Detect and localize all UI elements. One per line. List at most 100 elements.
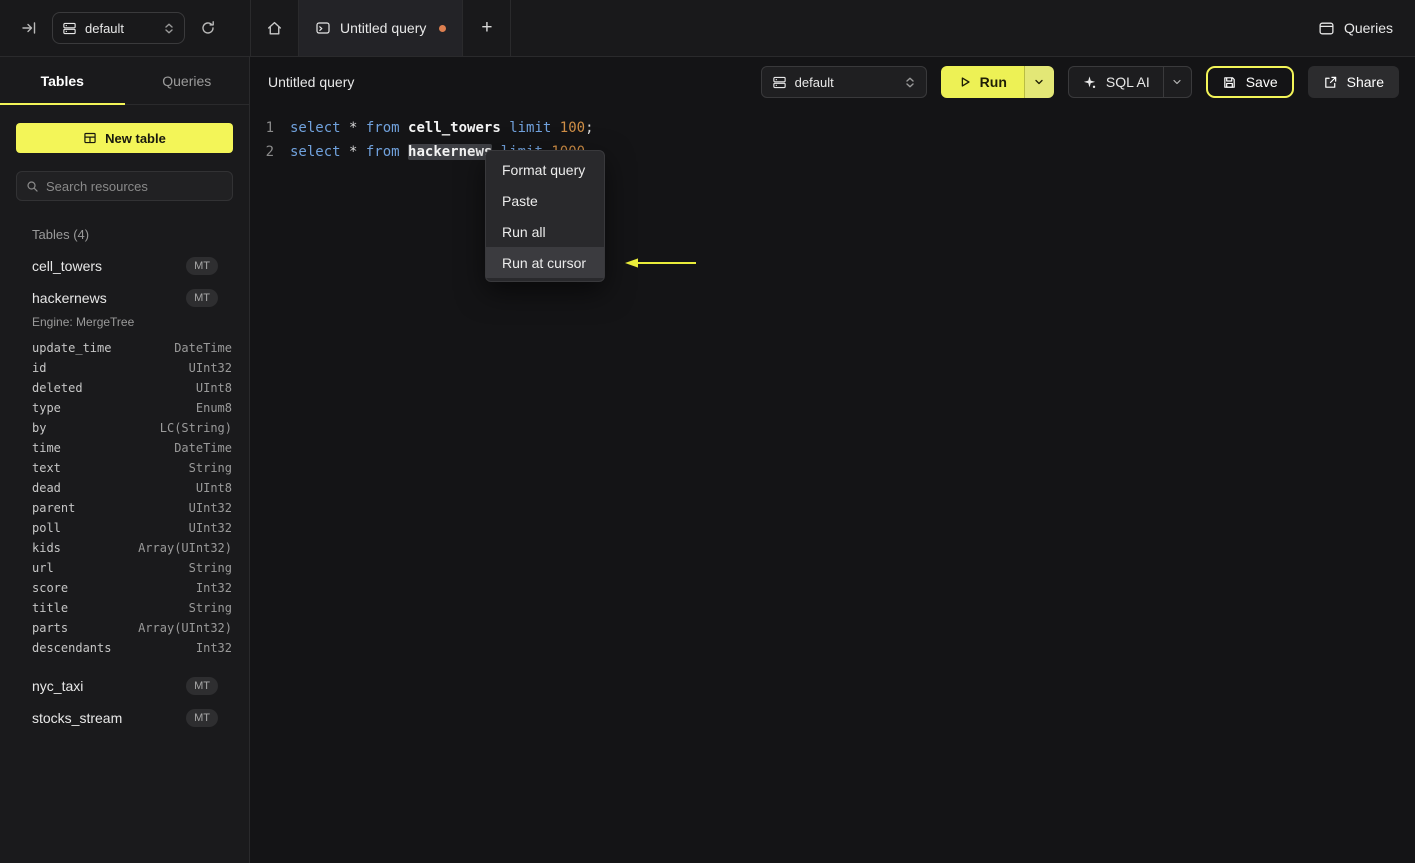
table-list: cell_towers MT hackernews MT Engine: Mer… (0, 250, 249, 734)
context-menu-item[interactable]: Format query (486, 154, 604, 185)
code-token: limit (509, 120, 552, 136)
column-row[interactable]: kids Array(UInt32) (0, 538, 249, 558)
chevron-updown-icon (163, 22, 175, 35)
refresh-button[interactable] (195, 15, 221, 41)
column-row[interactable]: parent UInt32 (0, 498, 249, 518)
tab-untitled-query[interactable]: Untitled query (299, 0, 464, 56)
tables-section-title: Tables (4) (32, 227, 90, 242)
save-icon (1222, 75, 1237, 90)
collapse-sidebar-button[interactable] (16, 15, 42, 41)
tab-home[interactable] (251, 0, 299, 56)
save-button[interactable]: Save (1205, 66, 1294, 98)
new-table-label: New table (105, 130, 166, 146)
column-row[interactable]: deleted UInt8 (0, 378, 249, 398)
new-table-button[interactable]: New table (16, 123, 233, 153)
chevron-down-icon (1171, 76, 1183, 88)
share-button[interactable]: Share (1307, 66, 1399, 98)
engine-badge: MT (186, 709, 218, 727)
context-menu-item[interactable]: Run at cursor (486, 247, 604, 278)
column-type: Array(UInt32) (138, 541, 232, 555)
query-header: Untitled query default Run SQL AI Save S… (250, 57, 1415, 107)
sidebar-tab-tables[interactable]: Tables (0, 57, 125, 105)
column-row[interactable]: by LC(String) (0, 418, 249, 438)
run-options-dropdown[interactable] (1023, 66, 1054, 98)
column-name: descendants (32, 641, 112, 655)
sql-ai-label: SQL AI (1105, 74, 1150, 90)
database-icon (772, 75, 787, 90)
sql-editor[interactable]: 1 select * from cell_towers limit 100; 2 se… (250, 107, 1415, 164)
column-type: String (188, 601, 232, 615)
column-name: deleted (32, 381, 83, 395)
search-input[interactable] (46, 178, 223, 194)
code-token: 100 (559, 120, 586, 136)
column-type: Enum8 (195, 401, 232, 415)
queries-icon (1318, 20, 1335, 37)
column-type: UInt32 (188, 361, 232, 375)
topbar-right: Queries (1318, 0, 1415, 56)
table-row-nyc-taxi[interactable]: nyc_taxi MT (0, 670, 249, 702)
sql-ai-dropdown[interactable] (1162, 67, 1191, 97)
sidebar: Tables Queries New table Tables (4) cell… (0, 57, 250, 863)
queries-button-label: Queries (1343, 20, 1393, 36)
column-name: type (32, 401, 61, 415)
column-row[interactable]: title String (0, 598, 249, 618)
column-row[interactable]: score Int32 (0, 578, 249, 598)
topbar-left: default (0, 0, 250, 56)
line-number: 1 (265, 120, 274, 136)
home-icon (266, 20, 283, 37)
column-row[interactable]: url String (0, 558, 249, 578)
context-menu-item[interactable]: Paste (486, 185, 604, 216)
code-token: select (290, 144, 341, 160)
sql-ai-button[interactable]: SQL AI (1069, 67, 1163, 97)
editor-line[interactable]: 1 select * from cell_towers limit 100; (250, 116, 1415, 140)
run-button-group: Run (940, 66, 1054, 98)
queries-button[interactable]: Queries (1318, 20, 1393, 37)
column-name: title (32, 601, 69, 615)
database-selector-value: default (85, 20, 125, 36)
code-token: * (340, 144, 366, 160)
column-row[interactable]: time DateTime (0, 438, 249, 458)
sidebar-tab-queries[interactable]: Queries (125, 57, 250, 104)
table-name: hackernews (32, 290, 107, 306)
code-token: from (365, 120, 400, 136)
column-type: Int32 (195, 581, 232, 595)
column-name: parts (32, 621, 69, 635)
columns-list: update_time DateTime id UInt32 deleted UInt8 t… (0, 338, 249, 658)
editor-line[interactable]: 2select * from hackernews limit 1000 (250, 140, 1415, 164)
column-row[interactable]: update_time DateTime (0, 338, 249, 358)
table-row-stocks-stream[interactable]: stocks_stream MT (0, 702, 249, 734)
share-button-label: Share (1346, 74, 1384, 90)
main-panel: Untitled query default Run SQL AI Save S… (250, 57, 1415, 863)
collapse-sidebar-icon (21, 20, 37, 36)
toolbar-database-selector[interactable]: default (760, 66, 927, 98)
column-row[interactable]: text String (0, 458, 249, 478)
table-row-hackernews[interactable]: hackernews MT (0, 282, 249, 314)
column-row[interactable]: id UInt32 (0, 358, 249, 378)
column-row[interactable]: type Enum8 (0, 398, 249, 418)
database-selector[interactable]: default (52, 12, 185, 44)
column-row[interactable]: dead UInt8 (0, 478, 249, 498)
column-row[interactable]: parts Array(UInt32) (0, 618, 249, 638)
code-token: hackernews (408, 144, 493, 160)
editor-context-menu: Format query Paste Run all Run at cursor (485, 150, 605, 282)
table-row-cell-towers[interactable]: cell_towers MT (0, 250, 249, 282)
tab-strip: Untitled query + (250, 0, 512, 56)
column-row[interactable]: poll UInt32 (0, 518, 249, 538)
column-name: update_time (32, 341, 112, 355)
sql-ai-button-group: SQL AI (1067, 66, 1192, 98)
new-tab-button[interactable]: + (463, 0, 512, 56)
column-name: by (32, 421, 47, 435)
table-name: stocks_stream (32, 710, 123, 726)
column-type: UInt32 (188, 501, 232, 515)
run-button[interactable]: Run (940, 66, 1024, 98)
column-row[interactable]: descendants Int32 (0, 638, 249, 658)
column-type: UInt8 (195, 381, 232, 395)
context-menu-item[interactable]: Run all (486, 216, 604, 247)
column-type: Int32 (195, 641, 232, 655)
query-toolbar: default Run SQL AI Save Share (760, 66, 1399, 98)
engine-badge: MT (186, 677, 218, 695)
database-icon (62, 21, 77, 36)
column-type: Array(UInt32) (138, 621, 232, 635)
